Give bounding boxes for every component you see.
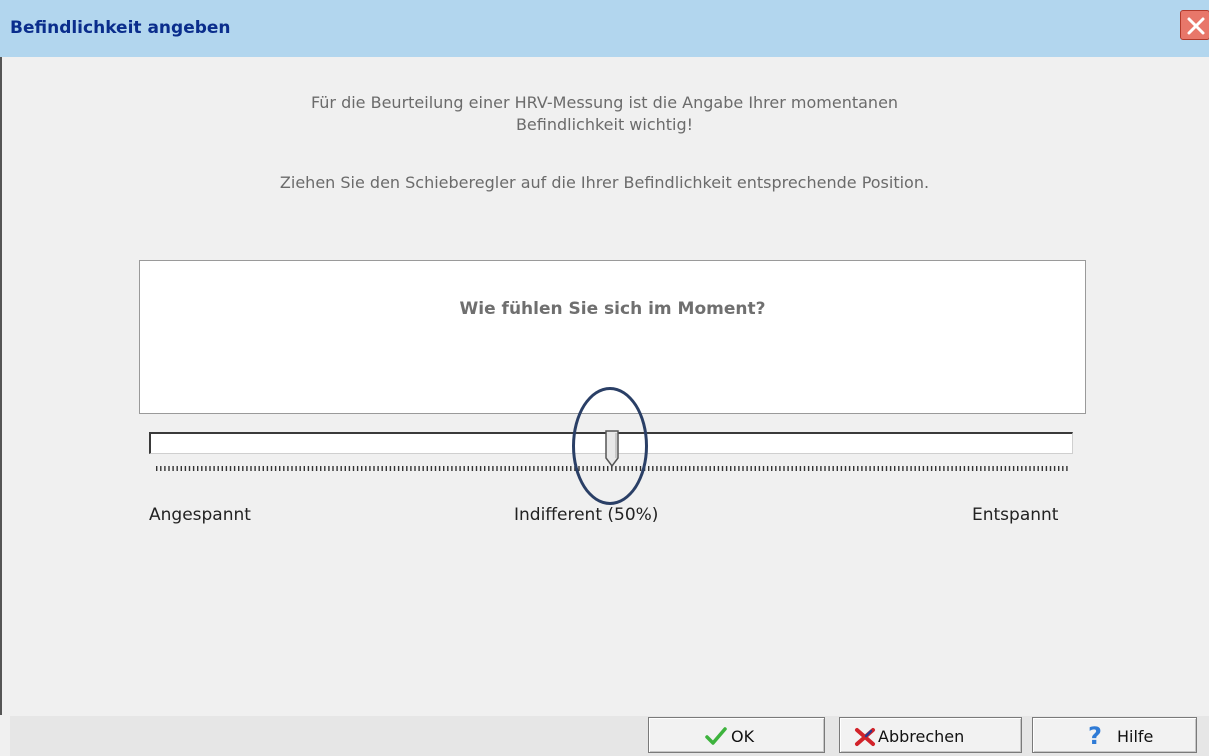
window-left-border xyxy=(0,57,2,715)
title-bar: Befindlichkeit angeben xyxy=(0,0,1209,57)
close-button[interactable] xyxy=(1180,10,1209,40)
help-button[interactable]: ? Hilfe xyxy=(1032,717,1197,753)
question-text: Wie fühlen Sie sich im Moment? xyxy=(459,299,766,319)
button-bar xyxy=(10,716,1209,756)
instruction-line-3: Ziehen Sie den Schieberegler auf die Ihr… xyxy=(279,173,930,192)
cross-icon xyxy=(855,728,875,746)
label-indifferent: Indifferent (50%) xyxy=(514,505,659,525)
cancel-button[interactable]: Abbrechen xyxy=(839,717,1022,753)
instruction-line-1: Für die Beurteilung einer HRV-Messung is… xyxy=(310,93,899,112)
cancel-label: Abbrechen xyxy=(878,727,965,746)
instruction-line-2: Befindlichkeit wichtig! xyxy=(515,115,694,134)
label-entspannt: Entspannt xyxy=(972,505,1059,525)
slider-highlight-circle xyxy=(572,387,648,505)
label-angespannt: Angespannt xyxy=(149,505,251,525)
help-label: Hilfe xyxy=(1117,727,1154,746)
window-title: Befindlichkeit angeben xyxy=(10,18,231,38)
ok-label: OK xyxy=(731,727,755,746)
question-mark-icon: ? xyxy=(1088,722,1102,750)
close-icon xyxy=(1187,17,1205,35)
ok-button[interactable]: OK xyxy=(648,717,825,753)
check-icon xyxy=(705,727,727,745)
